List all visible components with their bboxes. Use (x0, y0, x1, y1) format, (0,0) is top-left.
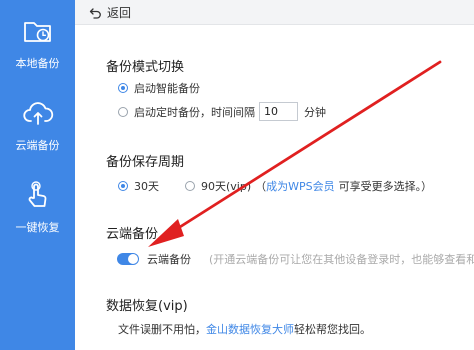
data-restore-row: 文件误删不用怕， 金山数据恢复大师 轻松帮您找回。 (118, 321, 371, 337)
settings-panel: 备份模式切换 启动智能备份 启动定时备份，时间间隔 10 分钟 备份保存周期 3… (75, 25, 474, 350)
folder-clock-icon (23, 22, 51, 42)
cloud-backup-hint: (开通云端备份可让您在其他设备登录时，也能够查看和编 (209, 253, 474, 266)
option-smart-backup[interactable]: 启动智能备份 (118, 80, 200, 96)
cloud-backup-toggle[interactable] (117, 253, 139, 265)
cloud-backup-row: 云端备份 (开通云端备份可让您在其他设备登录时，也能够查看和编 (117, 251, 474, 267)
retention-30-label: 30天 (134, 180, 159, 193)
sidebar-item-label: 一键恢复 (15, 221, 60, 234)
interval-unit: 分钟 (304, 105, 326, 119)
cloud-backup-toggle-label: 云端备份 (147, 253, 191, 266)
sidebar-item-one-click-restore[interactable]: 一键恢复 (0, 178, 75, 235)
restore-text-after: 轻松帮您找回。 (294, 323, 371, 336)
become-member-link[interactable]: 成为WPS会员 (266, 178, 335, 194)
retention-title: 备份保存周期 (106, 155, 185, 170)
data-restore-title: 数据恢复(vip) (106, 299, 188, 314)
retention-90-label: 90天(vip) (201, 180, 252, 193)
data-recovery-link[interactable]: 金山数据恢复大师 (206, 321, 294, 337)
sidebar-item-cloud-backup[interactable]: 云端备份 (0, 96, 75, 153)
back-arrow-icon (89, 7, 101, 19)
back-button[interactable]: 返回 (89, 4, 131, 21)
sidebar-item-local-backup[interactable]: 本地备份 (0, 14, 75, 71)
option-timed-backup[interactable]: 启动定时备份，时间间隔 10 分钟 (118, 102, 326, 121)
smart-backup-label: 启动智能备份 (134, 82, 200, 95)
interval-input[interactable]: 10 (259, 102, 298, 121)
retention-note-rest: 可享受更多选择。） (338, 180, 433, 193)
retention-30-radio[interactable] (118, 181, 128, 191)
sidebar: 本地备份 云端备份 一键恢复 (0, 0, 75, 350)
timed-backup-radio[interactable] (118, 106, 128, 117)
top-bar: 返回 (75, 0, 474, 25)
cloud-backup-title: 云端备份 (106, 227, 159, 242)
retention-note-open: （ (255, 180, 267, 193)
backup-mode-title: 备份模式切换 (106, 60, 185, 75)
back-label: 返回 (107, 6, 132, 20)
timed-backup-label: 启动定时备份，时间间隔 (134, 105, 255, 119)
hand-tap-icon (28, 181, 46, 207)
retention-options: 30天 90天(vip) （ 成为WPS会员 可享受更多选择。） (118, 178, 432, 194)
sidebar-item-label: 云端备份 (15, 139, 60, 152)
smart-backup-radio[interactable] (118, 83, 128, 93)
retention-90-radio[interactable] (185, 181, 195, 191)
cloud-upload-icon (22, 102, 53, 125)
sidebar-item-label: 本地备份 (15, 57, 60, 70)
restore-text-before: 文件误删不用怕， (118, 323, 206, 336)
